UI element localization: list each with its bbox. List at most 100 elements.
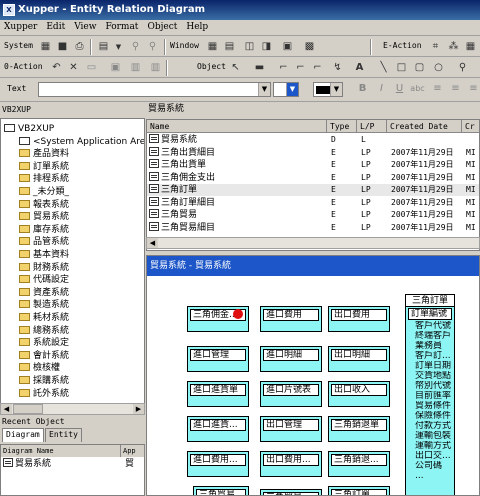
- selection-marker[interactable]: [233, 309, 243, 319]
- strike-icon[interactable]: abc: [410, 82, 425, 96]
- line-tool-icon[interactable]: ╲: [376, 61, 391, 75]
- window-list-icon[interactable]: ▤: [222, 40, 237, 54]
- binoculars-icon[interactable]: ⚲: [128, 40, 143, 54]
- dropdown-arrow-icon[interactable]: ▼: [258, 83, 270, 96]
- entity-box[interactable]: 進口進貨單: [187, 381, 249, 407]
- dropdown-arrow-icon[interactable]: ▼: [330, 83, 342, 96]
- tree-node[interactable]: 系統設定: [19, 337, 69, 349]
- font-size-combo[interactable]: ▼: [273, 82, 299, 97]
- column-cr[interactable]: Cr: [462, 120, 479, 133]
- window-tile-icon[interactable]: ◫: [242, 40, 257, 54]
- entity-box[interactable]: 三角佣金...: [187, 306, 249, 332]
- eaction-1-icon[interactable]: ⌗: [428, 40, 443, 54]
- font-name-combo[interactable]: ▼: [38, 82, 271, 97]
- layout-icon[interactable]: ▥: [128, 61, 143, 75]
- grid-horizontal-scrollbar[interactable]: ◀: [146, 237, 480, 249]
- copy-icon[interactable]: ▭: [84, 61, 99, 75]
- bold-icon[interactable]: B: [355, 82, 370, 96]
- menu-object[interactable]: Object: [143, 20, 182, 32]
- entity-box[interactable]: 出口收入: [328, 381, 390, 407]
- relation-1-icon[interactable]: ⌐: [276, 61, 291, 75]
- project-tree[interactable]: VB2XUP <System Application Area> 產品資料訂單系統排…: [0, 118, 145, 415]
- italic-icon[interactable]: I: [374, 82, 389, 96]
- scroll-thumb[interactable]: [13, 404, 43, 414]
- tree-node[interactable]: 託外系統: [19, 388, 69, 400]
- scroll-right-icon[interactable]: ▶: [133, 404, 144, 414]
- column-app[interactable]: App: [121, 445, 145, 457]
- save-icon[interactable]: ■: [55, 40, 70, 54]
- tree-node[interactable]: 產品資料: [19, 148, 69, 160]
- round-rect-tool-icon[interactable]: ▢: [412, 61, 427, 75]
- delete-icon[interactable]: ✕: [66, 61, 81, 75]
- grid-icon[interactable]: ▦: [38, 40, 53, 54]
- tree-node[interactable]: 報表系統: [19, 199, 69, 211]
- entity-box[interactable]: 三角貿易: [260, 489, 322, 495]
- table-row[interactable]: 貿易系統 貿: [1, 458, 144, 470]
- entity-box[interactable]: 進口片號表: [260, 381, 322, 407]
- paste-icon[interactable]: ▣: [108, 61, 123, 75]
- relation-2-icon[interactable]: ⌐: [293, 61, 308, 75]
- tree-node[interactable]: 財務系統: [19, 262, 69, 274]
- align-2-icon[interactable]: ≡: [448, 82, 463, 96]
- undo-icon[interactable]: ↶: [49, 61, 64, 75]
- eaction-tree-icon[interactable]: ⁂: [446, 40, 461, 54]
- menu-view[interactable]: View: [70, 20, 101, 32]
- table-row[interactable]: 三角佣金支出 E LP 2007年11月29日 MI: [147, 171, 479, 184]
- tab-entity[interactable]: Entity: [45, 428, 82, 442]
- tree-node[interactable]: 訂單系統: [19, 161, 69, 173]
- zoom-icon[interactable]: ⚲: [455, 61, 470, 75]
- underline-icon[interactable]: U: [392, 82, 407, 96]
- column-diagram-name[interactable]: Diagram Name: [1, 445, 121, 457]
- entity-box[interactable]: 進口費用...: [187, 451, 249, 477]
- column-type[interactable]: Type: [327, 120, 357, 133]
- tree-horizontal-scrollbar[interactable]: ◀ ▶: [0, 403, 145, 415]
- view-icon[interactable]: ▩: [302, 40, 317, 54]
- tree-node[interactable]: 貿易系統: [19, 211, 69, 223]
- tree-node[interactable]: 庫存系統: [19, 224, 69, 236]
- tree-node[interactable]: 會計系統: [19, 350, 69, 362]
- column-created-date[interactable]: Created Date: [387, 120, 462, 133]
- menu-edit[interactable]: Edit: [42, 20, 70, 32]
- entity-box[interactable]: 三角銷退...: [328, 451, 390, 477]
- relation-4-icon[interactable]: ↯: [330, 61, 345, 75]
- dropdown-arrow-icon[interactable]: ▼: [111, 40, 126, 54]
- ellipse-tool-icon[interactable]: ○: [431, 61, 446, 75]
- scroll-left-icon[interactable]: ◀: [1, 404, 12, 414]
- table-row[interactable]: 貿易系統 D L: [147, 134, 479, 146]
- pointer-icon[interactable]: ↖: [228, 61, 243, 75]
- tree-node[interactable]: 代碼設定: [19, 274, 69, 286]
- tree-node[interactable]: 排程系統: [19, 173, 69, 185]
- table-row[interactable]: 三角出貨細目 E LP 2007年11月29日 MI: [147, 146, 479, 159]
- layout-2-icon[interactable]: ▥: [148, 61, 163, 75]
- print-icon[interactable]: ⎙: [72, 40, 87, 54]
- entity-box[interactable]: 出口管理: [260, 416, 322, 442]
- tree-node[interactable]: 品管系統: [19, 236, 69, 248]
- rect-tool-icon[interactable]: □: [394, 61, 409, 75]
- align-icon[interactable]: ≡: [430, 82, 445, 96]
- table-row[interactable]: 三角貿易 E LP 2007年11月29日 MI: [147, 209, 479, 221]
- entity-box[interactable]: 出口明細: [328, 346, 390, 372]
- tree-node[interactable]: 製造系統: [19, 299, 69, 311]
- menu-help[interactable]: Help: [182, 20, 213, 32]
- tree-node[interactable]: 總務系統: [19, 325, 69, 337]
- entity-box[interactable]: 三角訂單...: [328, 486, 390, 495]
- column-lp[interactable]: L/P: [357, 120, 387, 133]
- column-name[interactable]: Name: [147, 120, 327, 133]
- tree-node[interactable]: 耗材系統: [19, 312, 69, 324]
- text-tool-icon[interactable]: A: [352, 61, 367, 75]
- table-row[interactable]: 三角訂單細目 E LP 2007年11月29日 MI: [147, 196, 479, 209]
- entity-box[interactable]: 進口明細: [260, 346, 322, 372]
- entity-box[interactable]: 進口費用: [260, 306, 322, 332]
- align-3-icon[interactable]: ≡: [466, 82, 480, 96]
- tree-node[interactable]: <System Application Area>: [19, 136, 144, 148]
- table-row[interactable]: 三角訂單 E LP 2007年11月29日 MI: [147, 184, 479, 196]
- entity-box[interactable]: 進口管理: [187, 346, 249, 372]
- window-grid-icon[interactable]: ▦: [205, 40, 220, 54]
- entity-box[interactable]: 進口進貨...: [187, 416, 249, 442]
- entity-big[interactable]: 三角訂單 訂單編號 客戶代號 終端客戶 業務員 客戶訂... 訂單日期 交貨地點 幣別代號目…: [405, 294, 455, 495]
- entity-tool-icon[interactable]: ▬: [252, 61, 267, 75]
- window-cascade-icon[interactable]: ◨: [259, 40, 274, 54]
- table-row[interactable]: 三角貿易細目 E LP 2007年11月29日 MI: [147, 221, 479, 234]
- entity-box[interactable]: 出口費用: [328, 306, 390, 332]
- menu-xupper[interactable]: Xupper: [0, 20, 42, 32]
